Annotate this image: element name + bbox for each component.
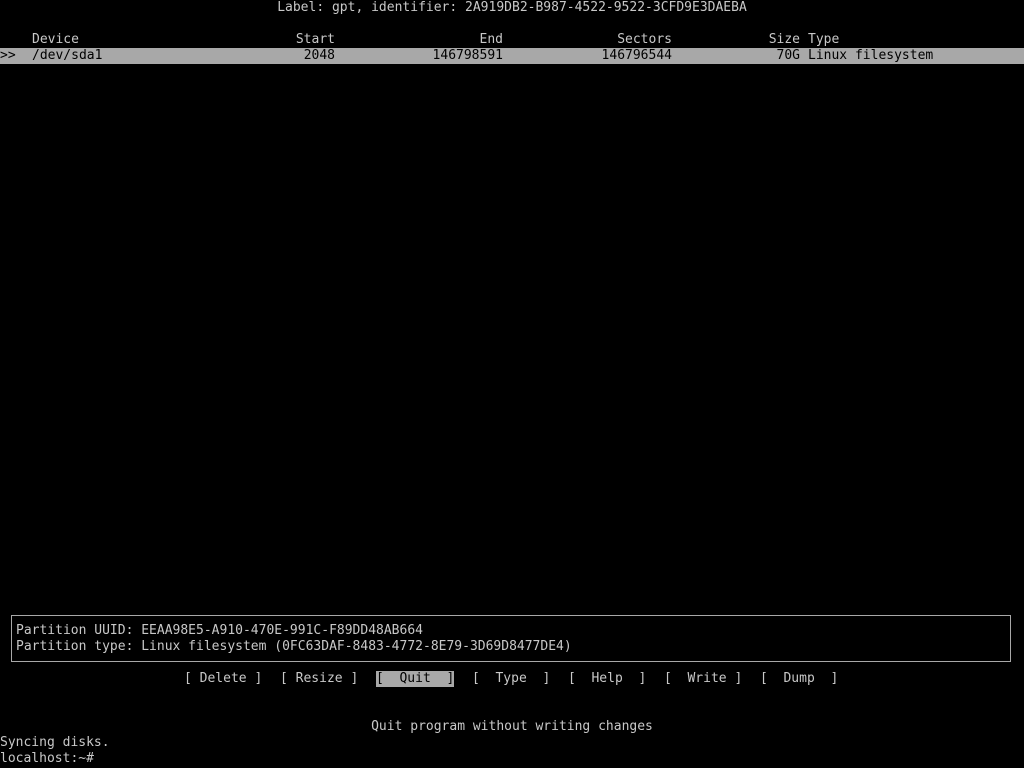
- help-button[interactable]: [ Help ]: [568, 671, 646, 687]
- row-start: 2048: [303, 48, 335, 63]
- row-selector-marker: >>: [0, 48, 16, 63]
- dump-button[interactable]: [ Dump ]: [760, 671, 838, 687]
- shell-prompt[interactable]: localhost:~#: [0, 751, 94, 767]
- column-end: End: [479, 32, 503, 47]
- partition-table-header: Device Start End Sectors Size Type: [0, 32, 1024, 48]
- partition-uuid: Partition UUID: EEAA98E5-A910-470E-991C-…: [16, 623, 423, 638]
- column-device: Device: [32, 32, 79, 47]
- column-size: Size: [768, 32, 800, 47]
- row-device: /dev/sda1: [32, 48, 103, 63]
- type-button[interactable]: [ Type ]: [472, 671, 550, 687]
- row-end: 146798591: [432, 48, 503, 63]
- column-type: Type: [808, 32, 840, 47]
- delete-button[interactable]: [ Delete ]: [184, 671, 262, 687]
- action-hint: Quit program without writing changes: [371, 719, 653, 734]
- partition-type-info: Partition type: Linux filesystem (0FC63D…: [16, 639, 572, 654]
- partition-row-sda1[interactable]: >> /dev/sda1 2048 146798591 146796544 70…: [0, 48, 1024, 64]
- quit-button[interactable]: [ Quit ]: [376, 671, 455, 687]
- row-type: Linux filesystem: [808, 48, 934, 63]
- shell-output-syncing: Syncing disks.: [0, 735, 110, 750]
- action-menu: [ Delete ] [ Resize ] [ Quit ] [ Type ] …: [0, 671, 1024, 687]
- resize-button[interactable]: [ Resize ]: [280, 671, 358, 687]
- write-button[interactable]: [ Write ]: [664, 671, 742, 687]
- column-sectors: Sectors: [617, 32, 672, 47]
- column-start: Start: [295, 32, 335, 47]
- row-sectors: 146796544: [601, 48, 672, 63]
- disklabel-header: Label: gpt, identifier: 2A919DB2-B987-45…: [277, 0, 747, 15]
- partition-info-box: Partition UUID: EEAA98E5-A910-470E-991C-…: [11, 615, 1011, 662]
- row-size: 70G: [776, 48, 800, 63]
